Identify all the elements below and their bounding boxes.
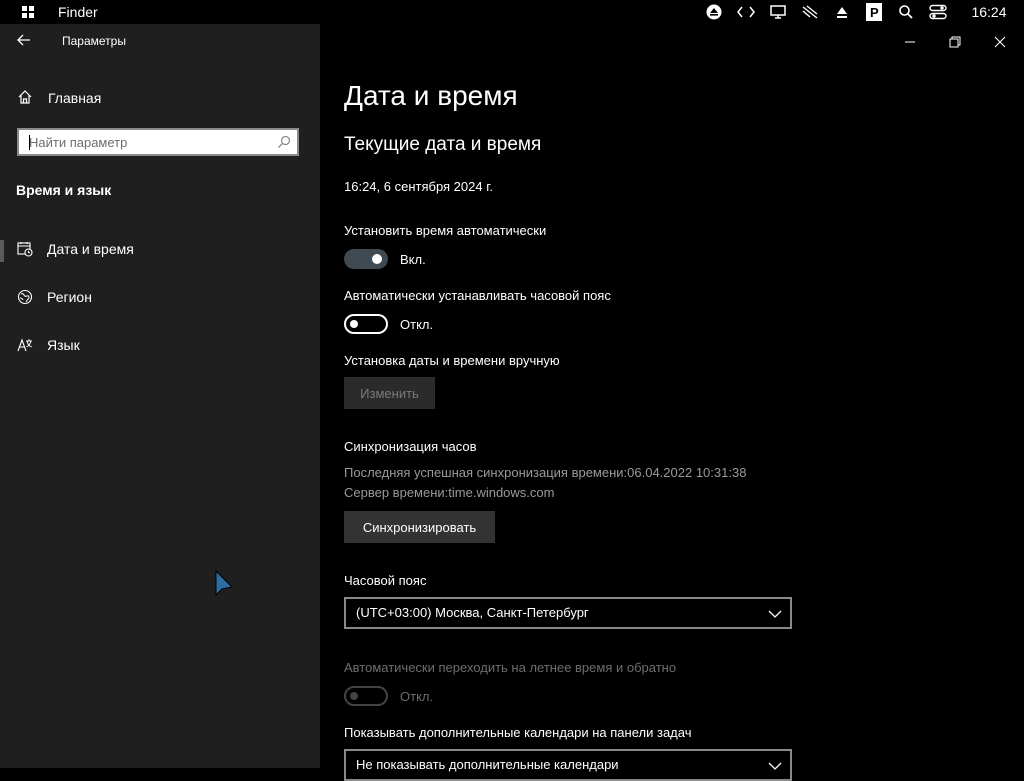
change-button[interactable]: Изменить bbox=[344, 377, 435, 409]
search-input[interactable] bbox=[29, 133, 274, 152]
restore-icon[interactable] bbox=[947, 34, 963, 50]
minimize-icon[interactable] bbox=[902, 34, 918, 50]
auto-timezone-label: Автоматически устанавливать часовой пояс bbox=[344, 288, 611, 303]
upload-icon[interactable] bbox=[826, 0, 858, 24]
auto-timezone-toggle[interactable] bbox=[344, 314, 388, 334]
code-icon[interactable] bbox=[730, 0, 762, 24]
globe-icon bbox=[17, 289, 33, 305]
timezone-dropdown[interactable]: (UTC+03:00) Москва, Санкт-Петербург bbox=[344, 597, 792, 629]
clock[interactable]: 16:24 bbox=[954, 4, 1024, 20]
auto-time-toggle[interactable] bbox=[344, 249, 388, 269]
timezone-label: Часовой пояс bbox=[344, 573, 427, 588]
last-sync-info: Последняя успешная синхронизация времени… bbox=[344, 465, 747, 480]
control-center-icon[interactable] bbox=[922, 0, 954, 24]
calendars-label: Показывать дополнительные календари на п… bbox=[344, 725, 692, 740]
search-icon[interactable] bbox=[890, 0, 922, 24]
toggle-knob bbox=[372, 254, 382, 264]
sync-label: Синхронизация часов bbox=[344, 439, 477, 454]
system-tray: P 16:24 bbox=[698, 0, 1024, 24]
eject-icon[interactable] bbox=[698, 0, 730, 24]
toggle-knob bbox=[350, 320, 358, 328]
sidebar-item-date-time[interactable]: Дата и время bbox=[0, 231, 320, 267]
close-icon[interactable] bbox=[992, 34, 1008, 50]
search-icon[interactable] bbox=[277, 135, 291, 149]
timezone-value: (UTC+03:00) Москва, Санкт-Петербург bbox=[356, 605, 589, 620]
sidebar-item-label: Дата и время bbox=[47, 241, 134, 257]
mute-icon[interactable] bbox=[794, 0, 826, 24]
windows-start-icon[interactable] bbox=[22, 6, 34, 18]
home-label: Главная bbox=[48, 90, 102, 106]
chevron-down-icon bbox=[768, 607, 782, 621]
calendars-value: Не показывать дополнительные календари bbox=[356, 757, 619, 772]
toggle-knob bbox=[350, 692, 358, 700]
sidebar-item-label: Язык bbox=[47, 337, 80, 353]
mouse-pointer-icon bbox=[214, 569, 234, 604]
language-icon bbox=[17, 337, 33, 353]
calendars-dropdown[interactable]: Не показывать дополнительные календари bbox=[344, 749, 792, 781]
current-datetime: 16:24, 6 сентября 2024 г. bbox=[344, 179, 493, 194]
parking-icon[interactable]: P bbox=[858, 0, 890, 24]
svg-text:P: P bbox=[870, 5, 879, 20]
settings-sidebar: Параметры Главная Время и язык Дата и вр… bbox=[0, 24, 320, 768]
section-subtitle: Текущие дата и время bbox=[344, 134, 542, 155]
sidebar-item-label: Регион bbox=[47, 289, 92, 305]
dst-label: Автоматически переходить на летнее время… bbox=[344, 660, 677, 675]
display-icon[interactable] bbox=[762, 0, 794, 24]
sidebar-item-region[interactable]: Регион bbox=[0, 279, 320, 315]
auto-time-state: Вкл. bbox=[400, 252, 426, 267]
calendar-clock-icon bbox=[17, 241, 33, 257]
sync-button[interactable]: Синхронизировать bbox=[344, 511, 495, 543]
page-title: Дата и время bbox=[344, 80, 518, 111]
selected-indicator bbox=[0, 240, 4, 262]
sidebar-item-home[interactable]: Главная bbox=[0, 84, 320, 112]
section-title: Время и язык bbox=[16, 182, 112, 198]
chevron-down-icon bbox=[768, 759, 782, 773]
search-box[interactable] bbox=[17, 128, 299, 156]
dst-state: Откл. bbox=[400, 689, 434, 704]
sidebar-item-language[interactable]: Язык bbox=[0, 327, 320, 363]
auto-timezone-state: Откл. bbox=[400, 317, 434, 332]
settings-content: Дата и время Текущие дата и время 16:24,… bbox=[320, 24, 1024, 781]
back-arrow-icon[interactable] bbox=[16, 32, 32, 48]
system-top-bar: Finder P 16:24 bbox=[0, 0, 1024, 24]
auto-time-label: Установить время автоматически bbox=[344, 223, 547, 238]
window-title: Параметры bbox=[62, 34, 126, 48]
time-server-info: Сервер времени:time.windows.com bbox=[344, 485, 555, 500]
manual-time-label: Установка даты и времени вручную bbox=[344, 353, 560, 368]
home-icon bbox=[17, 89, 33, 105]
title-bar-left: Параметры bbox=[0, 24, 320, 58]
dst-toggle[interactable] bbox=[344, 686, 388, 706]
active-app-name[interactable]: Finder bbox=[58, 4, 98, 20]
